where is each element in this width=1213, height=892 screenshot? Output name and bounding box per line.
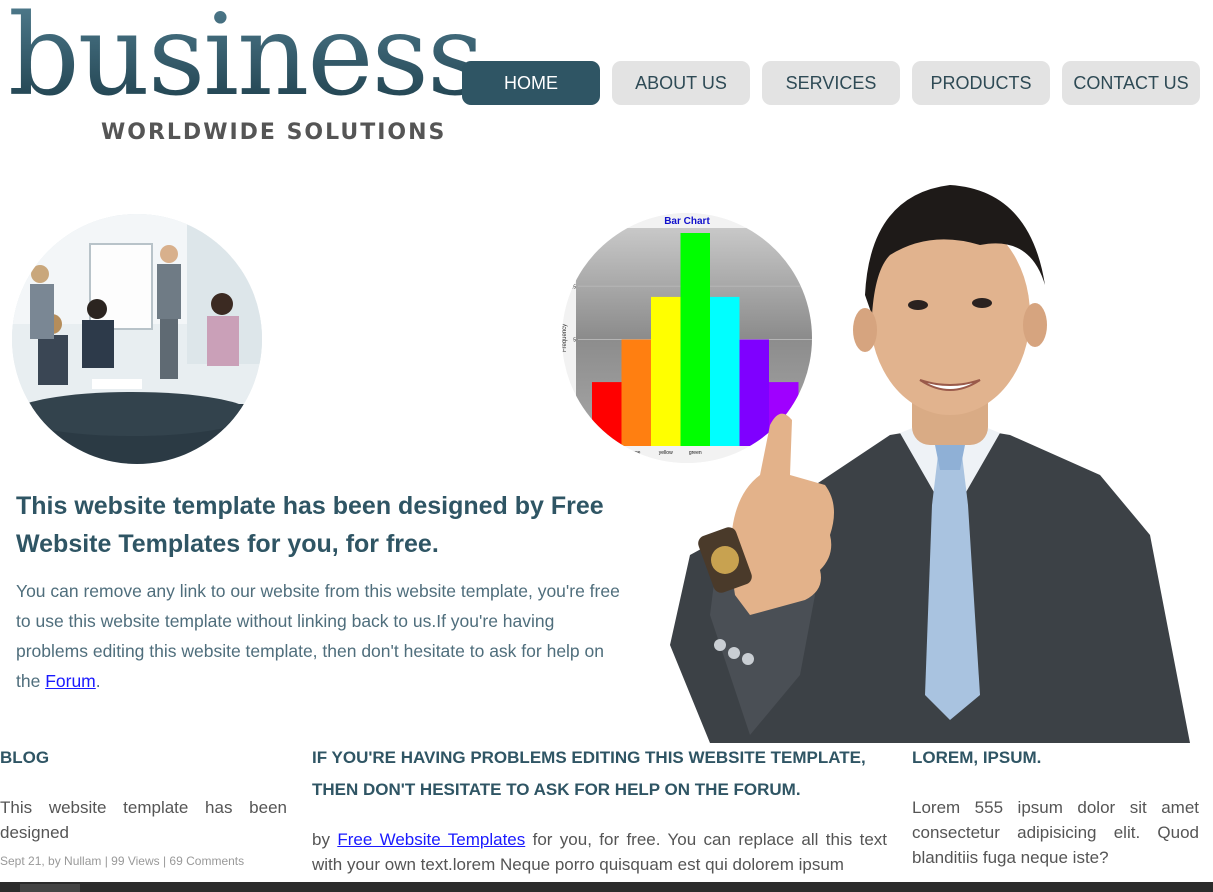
chart-y-axis-label: Frequency (562, 324, 568, 352)
chart-y-tick-label: 5 (573, 338, 576, 344)
nav-about-us[interactable]: ABOUT US (612, 61, 750, 105)
middle-text: by Free Website Templates for you, for f… (312, 827, 887, 877)
nav-home[interactable]: HOME (462, 61, 600, 105)
businessman-photo (650, 175, 1195, 743)
hero-title: This website template has been designed … (16, 492, 604, 558)
logo-tagline: WORLDWIDE SOLUTIONS (101, 120, 447, 145)
site-logo[interactable]: business WORLDWIDE SOLUTIONS (8, 0, 484, 153)
middle-heading: IF YOU'RE HAVING PROBLEMS EDITING THIS W… (312, 748, 866, 799)
footer-tab[interactable] (20, 884, 80, 892)
blog-text[interactable]: This website template has been designed (0, 795, 287, 845)
free-website-templates-link[interactable]: Free Website Templates (337, 830, 525, 849)
hero-body: You can remove any link to our website f… (16, 576, 626, 696)
middle-text-start: by (312, 830, 338, 849)
lorem-heading: LOREM, IPSUM. (912, 748, 1042, 767)
chart-bar-orange (621, 339, 651, 446)
chart-bar-red (592, 382, 622, 446)
chart-y-tick-label: 7.5 (569, 284, 576, 290)
chart-x-tick-label: nge (632, 450, 641, 456)
nav-products[interactable]: PRODUCTS (912, 61, 1050, 105)
lorem-text: Lorem 555 ipsum dolor sit amet consectet… (912, 798, 1199, 867)
nav-services[interactable]: SERVICES (762, 61, 900, 105)
blog-heading: BLOG (0, 748, 50, 767)
logo-wordmark: business (8, 0, 484, 121)
nav-contact-us[interactable]: CONTACT US (1062, 61, 1200, 105)
footer-bar (0, 882, 1213, 892)
meeting-photo (12, 214, 262, 464)
hero-body-end: . (95, 671, 101, 691)
forum-link[interactable]: Forum (45, 671, 96, 691)
hero-body-text: You can remove any link to our website f… (16, 581, 620, 691)
blog-meta: Sept 21, by Nullam | 99 Views | 69 Comme… (0, 854, 245, 868)
